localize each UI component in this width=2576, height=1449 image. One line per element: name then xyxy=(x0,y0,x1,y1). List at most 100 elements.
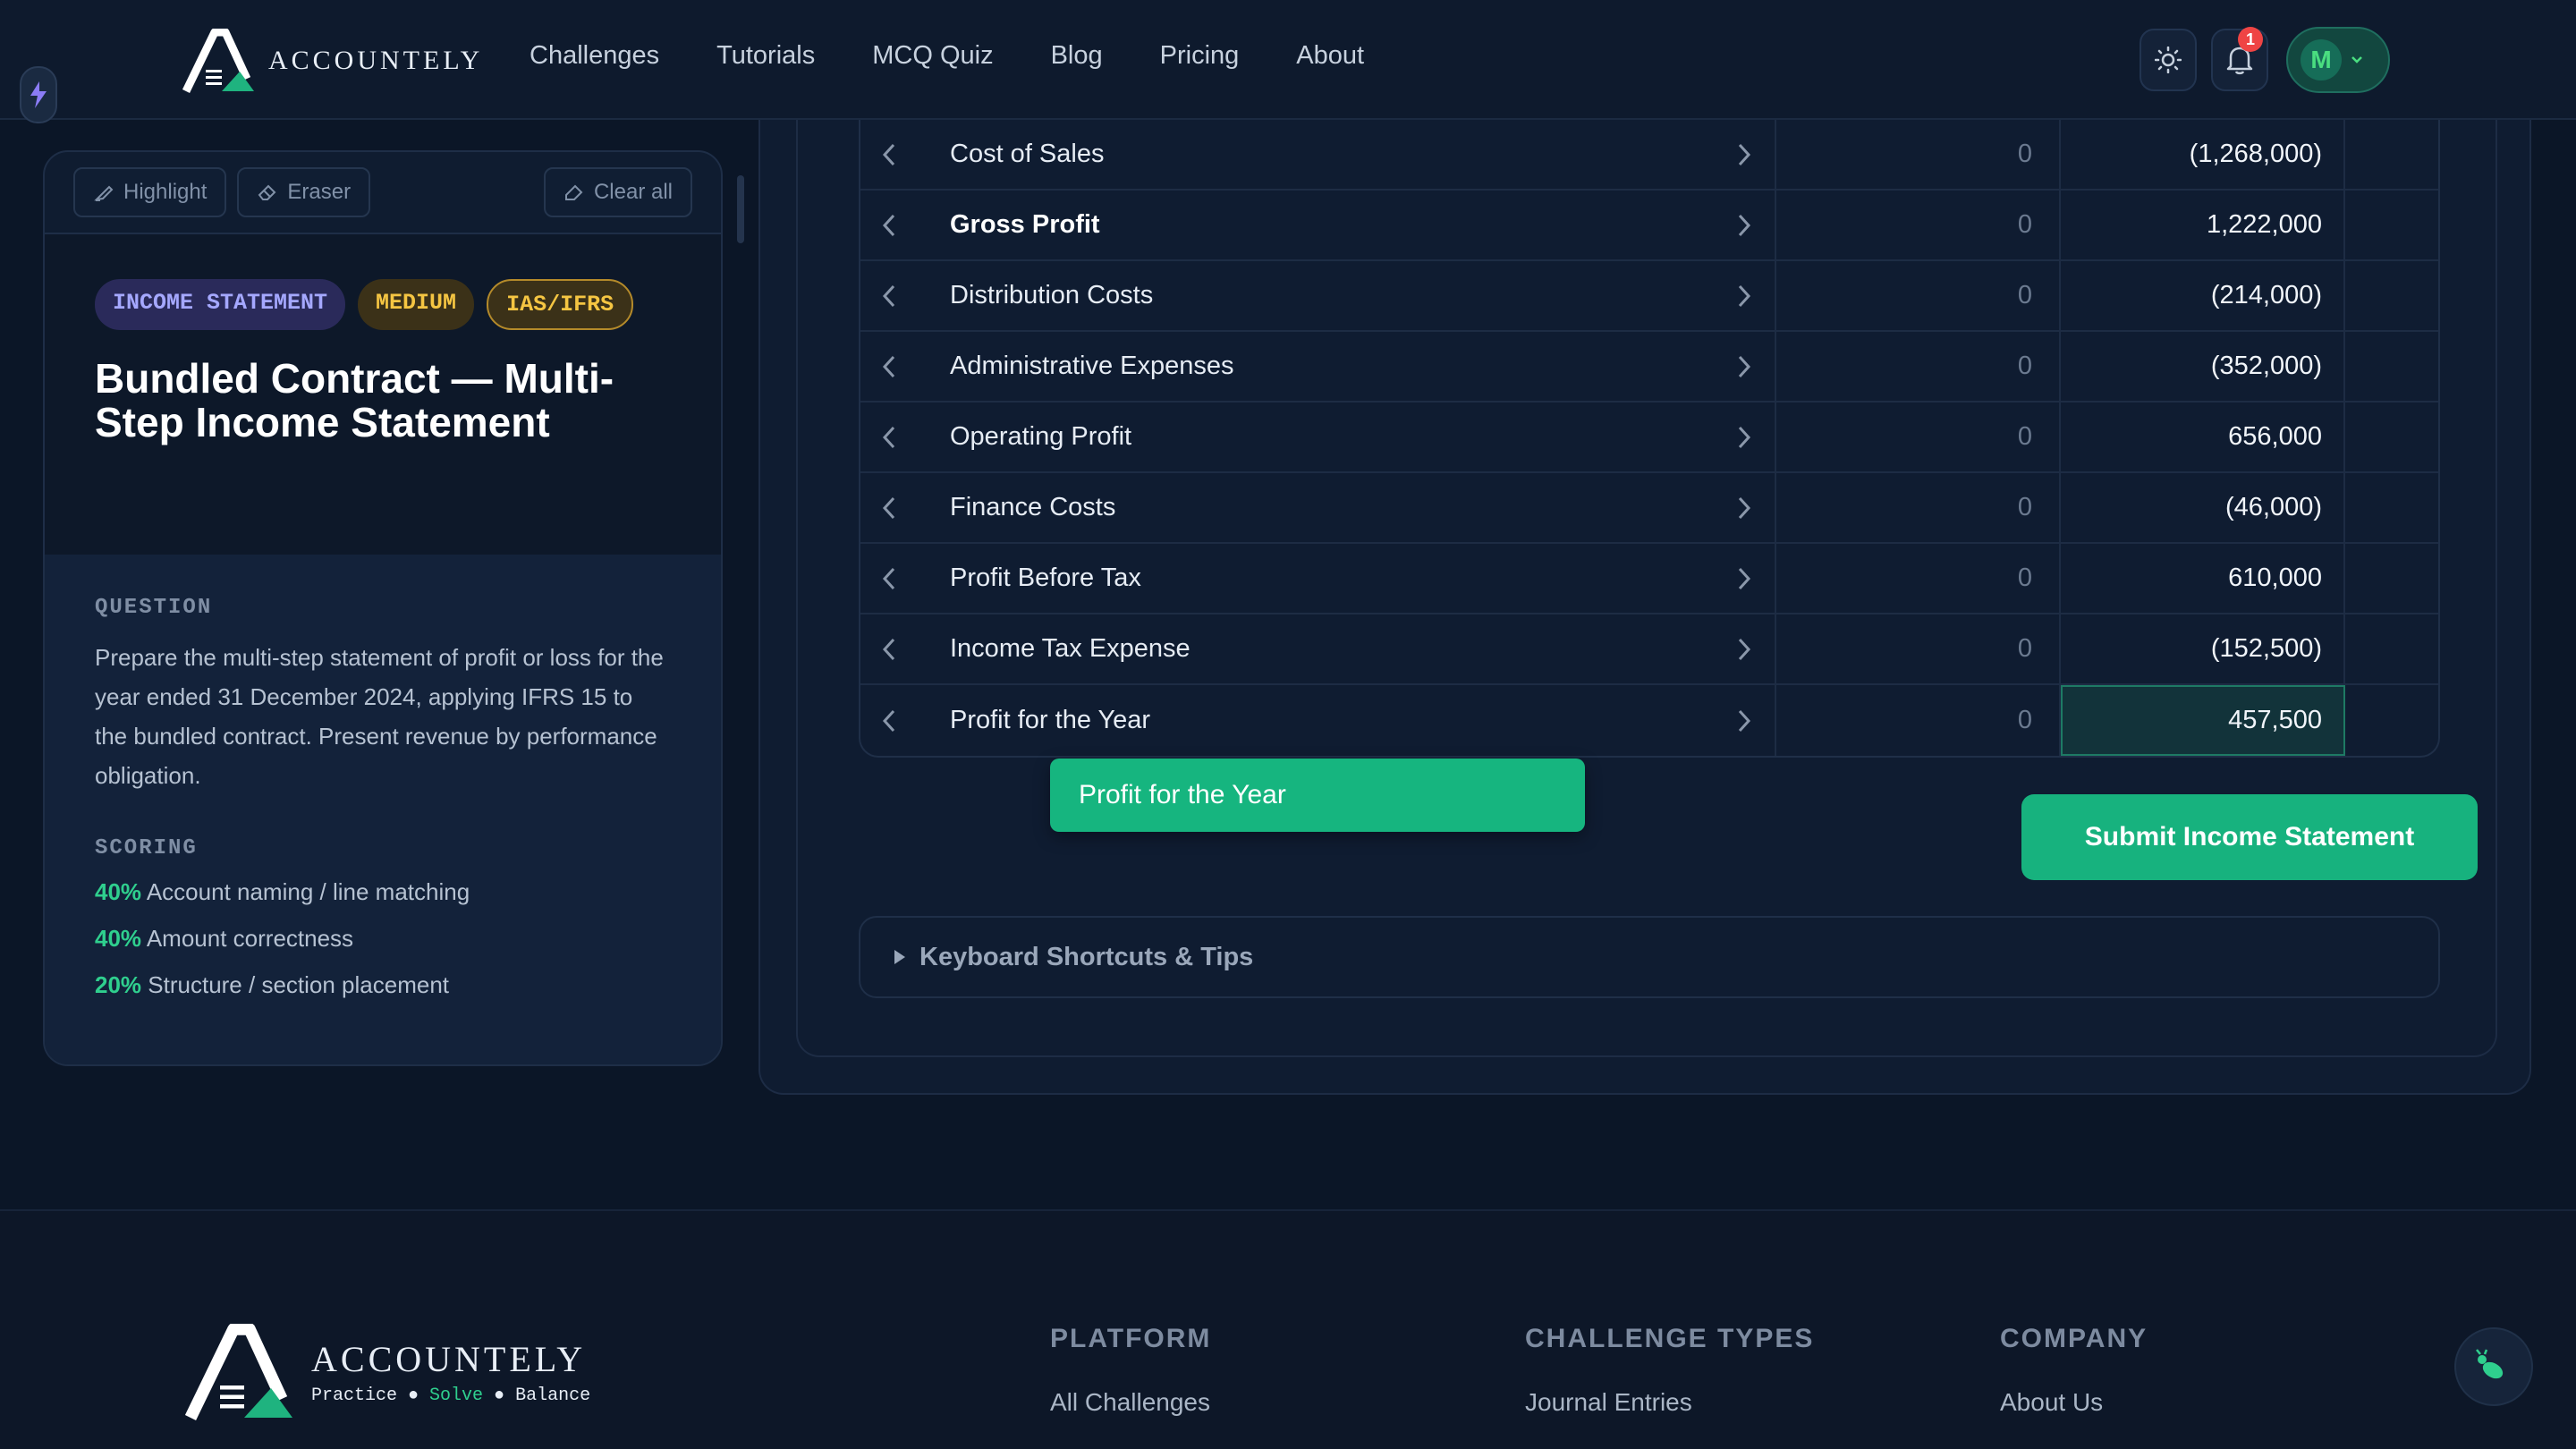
nav-mcq-quiz[interactable]: MCQ Quiz xyxy=(872,41,993,71)
line-item-label[interactable]: Administrative Expenses xyxy=(950,352,1234,381)
current-year-amount[interactable]: (352,000) xyxy=(2061,332,2345,401)
current-year-amount[interactable]: 610,000 xyxy=(2061,544,2345,613)
footer-logo[interactable]: ACCOUNTELY Practice ● Solve ● Balance xyxy=(182,1324,590,1420)
chevron-left-icon xyxy=(882,143,895,165)
footer-link-all-challenges[interactable]: All Challenges xyxy=(1050,1388,1211,1417)
outdent-button[interactable] xyxy=(873,633,905,665)
challenge-header: INCOME STATEMENT MEDIUM IAS/IFRS Bundled… xyxy=(45,234,721,555)
line-item-label[interactable]: Distribution Costs xyxy=(950,281,1153,310)
indent-button[interactable] xyxy=(1728,421,1760,453)
top-navigation: ACCOUNTELY Challenges Tutorials MCQ Quiz… xyxy=(0,0,2576,120)
row-actions xyxy=(2345,544,2438,613)
highlight-button[interactable]: Highlight xyxy=(73,167,227,217)
prior-year-amount[interactable]: 0 xyxy=(1776,332,2061,401)
clear-all-button[interactable]: Clear all xyxy=(543,167,692,217)
brand-logo[interactable]: ACCOUNTELY xyxy=(182,27,483,95)
outdent-button[interactable] xyxy=(873,421,905,453)
prior-year-amount[interactable]: 0 xyxy=(1776,191,2061,259)
notifications-button[interactable]: 1 xyxy=(2211,27,2268,91)
nav-pricing[interactable]: Pricing xyxy=(1160,41,1240,71)
current-year-amount[interactable]: (1,268,000) xyxy=(2061,120,2345,189)
line-item-label[interactable]: Operating Profit xyxy=(950,422,1131,452)
statement-row: Profit Before Tax 0 610,000 xyxy=(860,544,2438,614)
chevron-left-icon xyxy=(882,709,895,732)
prior-year-amount[interactable]: 0 xyxy=(1776,473,2061,542)
left-scrollbar[interactable] xyxy=(737,175,744,243)
challenge-details: QUESTION Prepare the multi-step statemen… xyxy=(45,555,721,1064)
indent-button[interactable] xyxy=(1728,139,1760,171)
chevron-right-icon xyxy=(1738,426,1751,448)
line-item-label[interactable]: Income Tax Expense xyxy=(950,634,1191,664)
submit-income-statement-button[interactable]: Submit Income Statement xyxy=(2021,794,2478,880)
outdent-button[interactable] xyxy=(873,351,905,383)
question-text: Prepare the multi-step statement of prof… xyxy=(95,644,664,789)
chevron-right-icon xyxy=(1738,143,1751,165)
line-item-label[interactable]: Profit for the Year xyxy=(950,706,1150,735)
outdent-button[interactable] xyxy=(873,280,905,312)
prior-year-amount[interactable]: 0 xyxy=(1776,544,2061,613)
footer-column-company: COMPANY About Us xyxy=(2000,1324,2148,1417)
statement-row: Profit for the Year 0 457,500 xyxy=(860,685,2438,756)
chevron-right-icon xyxy=(1738,355,1751,377)
difficulty-tag: MEDIUM xyxy=(358,279,475,330)
chevron-right-icon xyxy=(1738,567,1751,589)
prior-year-amount[interactable]: 0 xyxy=(1776,120,2061,189)
outdent-button[interactable] xyxy=(873,563,905,595)
current-year-amount[interactable]: (214,000) xyxy=(2061,261,2345,330)
dragged-line-item[interactable]: Profit for the Year xyxy=(1050,758,1585,832)
income-statement-table: Cost of Sales 0 (1,268,000) Gross Profit 0 1,… xyxy=(859,120,2440,758)
statement-row: Distribution Costs 0 (214,000) xyxy=(860,261,2438,332)
nav-about[interactable]: About xyxy=(1296,41,1364,71)
current-year-amount[interactable]: 1,222,000 xyxy=(2061,191,2345,259)
current-year-amount[interactable]: 457,500 xyxy=(2061,685,2345,756)
line-item-label[interactable]: Cost of Sales xyxy=(950,140,1104,169)
footer-link-about-us[interactable]: About Us xyxy=(2000,1388,2148,1417)
indent-button[interactable] xyxy=(1728,563,1760,595)
outdent-button[interactable] xyxy=(873,209,905,242)
indent-button[interactable] xyxy=(1728,351,1760,383)
caret-right-icon xyxy=(894,950,905,964)
line-item-cell: Cost of Sales xyxy=(860,120,1776,189)
nav-tutorials[interactable]: Tutorials xyxy=(716,41,815,71)
question-heading: QUESTION xyxy=(95,596,213,620)
footer-link-journal-entries[interactable]: Journal Entries xyxy=(1525,1388,1814,1417)
indent-button[interactable] xyxy=(1728,705,1760,737)
standard-tag: IAS/IFRS xyxy=(487,279,634,330)
row-actions xyxy=(2345,120,2438,189)
keyboard-shortcuts-toggle[interactable]: Keyboard Shortcuts & Tips xyxy=(859,916,2440,998)
row-actions xyxy=(2345,191,2438,259)
scoring-heading: SCORING xyxy=(95,836,198,860)
outdent-button[interactable] xyxy=(873,492,905,524)
prior-year-amount[interactable]: 0 xyxy=(1776,261,2061,330)
outdent-button[interactable] xyxy=(873,139,905,171)
line-item-label[interactable]: Gross Profit xyxy=(950,210,1100,240)
chevron-right-icon xyxy=(1738,638,1751,660)
indent-button[interactable] xyxy=(1728,209,1760,242)
eraser-button[interactable]: Eraser xyxy=(237,167,371,217)
footer-tagline: Practice ● Solve ● Balance xyxy=(311,1385,591,1406)
report-bug-button[interactable] xyxy=(2454,1327,2533,1406)
prior-year-amount[interactable]: 0 xyxy=(1776,685,2061,756)
eraser-label: Eraser xyxy=(287,180,352,204)
line-item-cell: Operating Profit xyxy=(860,402,1776,471)
current-year-amount[interactable]: 656,000 xyxy=(2061,402,2345,471)
indent-button[interactable] xyxy=(1728,280,1760,312)
line-item-label[interactable]: Finance Costs xyxy=(950,493,1115,522)
indent-button[interactable] xyxy=(1728,492,1760,524)
line-item-label[interactable]: Profit Before Tax xyxy=(950,564,1141,593)
current-year-amount[interactable]: (46,000) xyxy=(2061,473,2345,542)
indent-button[interactable] xyxy=(1728,633,1760,665)
nav-blog[interactable]: Blog xyxy=(1051,41,1103,71)
theme-toggle-button[interactable] xyxy=(2140,29,2197,91)
prior-year-amount[interactable]: 0 xyxy=(1776,614,2061,683)
side-helper-widget[interactable] xyxy=(20,66,57,123)
topic-tag: INCOME STATEMENT xyxy=(95,279,346,330)
outdent-button[interactable] xyxy=(873,705,905,737)
statement-row: Cost of Sales 0 (1,268,000) xyxy=(860,120,2438,191)
scoring-item: 40% Account naming / line matching xyxy=(95,877,671,907)
user-menu-button[interactable]: M xyxy=(2286,27,2390,93)
chevron-right-icon xyxy=(1738,214,1751,236)
prior-year-amount[interactable]: 0 xyxy=(1776,402,2061,471)
current-year-amount[interactable]: (152,500) xyxy=(2061,614,2345,683)
nav-challenges[interactable]: Challenges xyxy=(530,41,659,71)
